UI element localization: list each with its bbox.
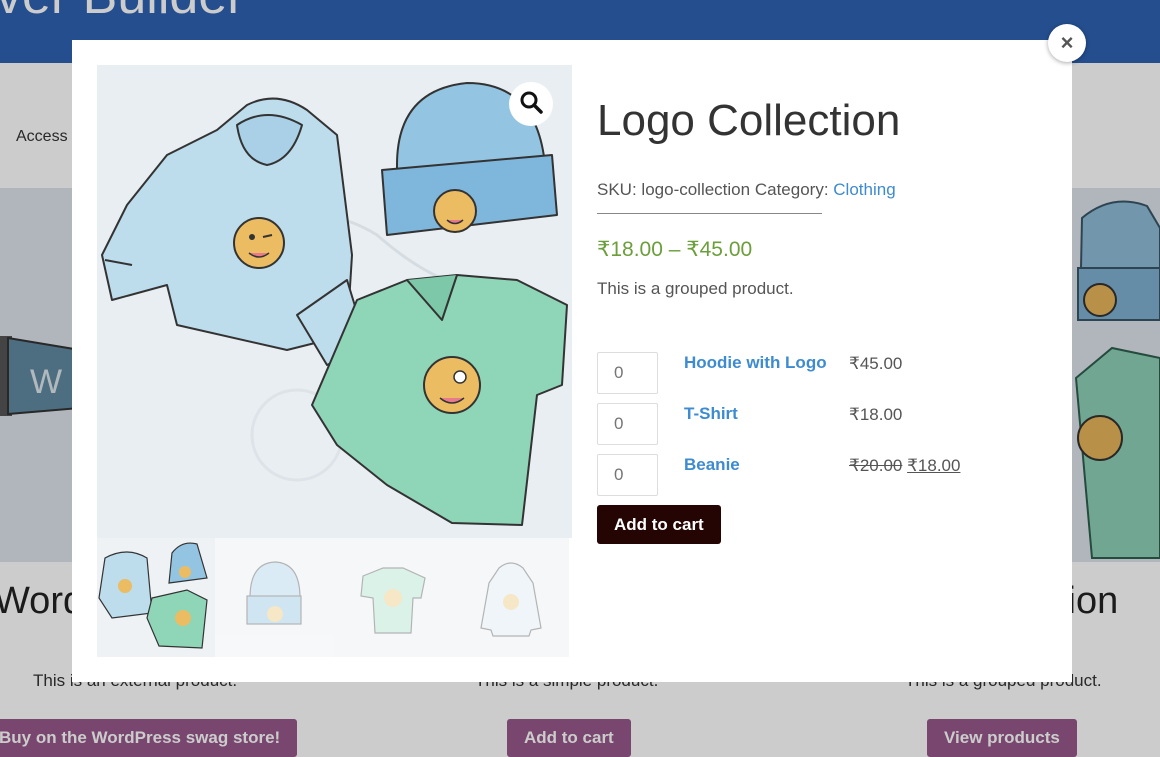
thumbnail-beanie[interactable] — [215, 538, 333, 657]
product-title: Logo Collection — [597, 96, 901, 145]
item-price: ₹20.00 ₹18.00 — [849, 456, 960, 476]
zoom-button[interactable] — [509, 82, 553, 126]
grouped-item-hoodie: Hoodie with Logo ₹45.00 — [597, 352, 1057, 394]
price-range: ₹18.00 – ₹45.00 — [597, 238, 753, 261]
quantity-input[interactable] — [597, 352, 658, 394]
main-product-image[interactable] — [97, 65, 572, 538]
thumbnail-hoodie[interactable] — [451, 538, 569, 657]
short-description: This is a grouped product. — [597, 279, 794, 298]
item-price: ₹45.00 — [849, 354, 903, 373]
quantity-input[interactable] — [597, 454, 658, 496]
grouped-item-beanie: Beanie ₹20.00 ₹18.00 — [597, 454, 1057, 496]
grouped-item-t-shirt: T-Shirt ₹18.00 — [597, 403, 1057, 445]
gallery-thumbnails — [97, 538, 572, 657]
close-icon: × — [1060, 30, 1074, 55]
item-name-link[interactable]: Hoodie with Logo — [684, 353, 827, 373]
meta-divider — [597, 213, 822, 214]
item-name-link[interactable]: T-Shirt — [684, 404, 738, 424]
sku-value: logo-collection — [641, 180, 751, 199]
sale-price: ₹18.00 — [907, 456, 961, 475]
quick-view-modal: Logo Collection SKU: logo-collection Cat… — [72, 40, 1072, 682]
product-gallery — [97, 65, 572, 657]
item-name-link[interactable]: Beanie — [684, 455, 740, 475]
magnifier-icon — [519, 90, 543, 119]
thumbnail-logo-collection[interactable] — [97, 538, 215, 657]
item-price: ₹18.00 — [849, 405, 903, 424]
thumbnail-t-shirt[interactable] — [333, 538, 451, 657]
quantity-input[interactable] — [597, 403, 658, 445]
close-modal-button[interactable]: × — [1048, 24, 1086, 62]
product-meta: SKU: logo-collection Category: Clothing — [597, 180, 896, 200]
category-link[interactable]: Clothing — [833, 180, 895, 199]
sku-label: SKU: — [597, 180, 637, 199]
add-to-cart-button[interactable]: Add to cart — [597, 505, 721, 544]
regular-price: ₹20.00 — [849, 456, 903, 475]
category-label: Category: — [754, 180, 829, 199]
